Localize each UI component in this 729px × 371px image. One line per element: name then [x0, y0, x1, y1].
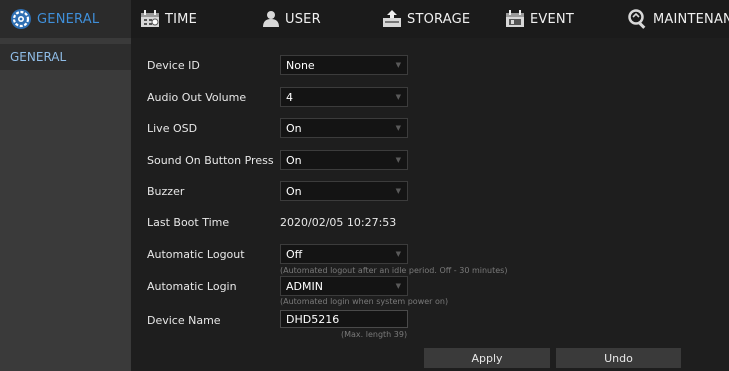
automatic-logout-hint: (Automated logout after an idle period. … — [280, 266, 508, 275]
tab-label: GENERAL — [37, 11, 100, 27]
automatic-login-label: Automatic Login — [147, 280, 237, 293]
event-icon — [505, 10, 525, 28]
last-boot-time-value: 2020/02/05 10:27:53 — [280, 216, 397, 229]
buzzer-label: Buzzer — [147, 185, 185, 198]
tab-label: EVENT — [530, 11, 574, 27]
chevron-down-icon: ▼ — [395, 250, 401, 258]
device-id-value: None — [286, 58, 315, 72]
device-id-select[interactable]: None ▼ — [280, 55, 408, 75]
last-boot-time-label: Last Boot Time — [147, 216, 230, 229]
live-osd-label: Live OSD — [147, 122, 198, 135]
tab-general[interactable]: GENERAL — [0, 0, 131, 38]
maintenance-icon — [628, 9, 648, 29]
apply-button[interactable]: Apply — [424, 348, 550, 368]
tab-user[interactable]: USER — [262, 0, 321, 38]
top-navigation: GENERAL TIME USER STORAGE EVENT MAINTENA… — [0, 0, 729, 38]
sidebar-item-label: GENERAL — [10, 50, 67, 64]
storage-icon — [382, 10, 402, 28]
audio-out-volume-label: Audio Out Volume — [147, 91, 247, 104]
sidebar: GENERAL — [0, 38, 131, 371]
sound-on-button-press-select[interactable]: On ▼ — [280, 150, 408, 170]
sound-on-button-press-label: Sound On Button Press — [147, 154, 274, 167]
device-name-label: Device Name — [147, 314, 221, 327]
settings-form: Device ID None ▼ Audio Out Volume 4 ▼ Li… — [131, 38, 729, 371]
live-osd-select[interactable]: On ▼ — [280, 118, 408, 138]
chevron-down-icon: ▼ — [395, 124, 401, 132]
gear-icon — [10, 8, 32, 30]
audio-out-volume-value: 4 — [286, 90, 293, 104]
chevron-down-icon: ▼ — [395, 61, 401, 69]
undo-button[interactable]: Undo — [556, 348, 681, 368]
calendar-icon — [140, 10, 160, 28]
chevron-down-icon: ▼ — [395, 93, 401, 101]
tab-label: USER — [285, 11, 321, 27]
tab-label: TIME — [165, 11, 198, 27]
tab-label: STORAGE — [407, 11, 471, 27]
user-icon — [262, 10, 280, 28]
buzzer-select[interactable]: On ▼ — [280, 181, 408, 201]
automatic-logout-label: Automatic Logout — [147, 248, 245, 261]
automatic-login-hint: (Automated login when system power on) — [280, 297, 449, 306]
chevron-down-icon: ▼ — [395, 156, 401, 164]
buzzer-value: On — [286, 184, 302, 198]
tab-storage[interactable]: STORAGE — [382, 0, 470, 38]
device-name-hint: (Max. length 39) — [341, 330, 408, 339]
automatic-login-select[interactable]: ADMIN ▼ — [280, 276, 408, 296]
automatic-logout-value: Off — [286, 247, 303, 261]
chevron-down-icon: ▼ — [395, 187, 401, 195]
sidebar-item-general[interactable]: GENERAL — [0, 44, 131, 70]
automatic-login-value: ADMIN — [286, 279, 323, 293]
automatic-logout-select[interactable]: Off ▼ — [280, 244, 408, 264]
device-id-label: Device ID — [147, 59, 200, 72]
chevron-down-icon: ▼ — [395, 282, 401, 290]
sound-on-button-press-value: On — [286, 153, 302, 167]
tab-event[interactable]: EVENT — [505, 0, 574, 38]
live-osd-value: On — [286, 121, 302, 135]
tab-maintenance[interactable]: MAINTENANCE — [628, 0, 729, 38]
device-name-input[interactable] — [280, 310, 408, 328]
audio-out-volume-select[interactable]: 4 ▼ — [280, 87, 408, 107]
tab-label: MAINTENANCE — [653, 11, 729, 27]
tab-time[interactable]: TIME — [140, 0, 197, 38]
